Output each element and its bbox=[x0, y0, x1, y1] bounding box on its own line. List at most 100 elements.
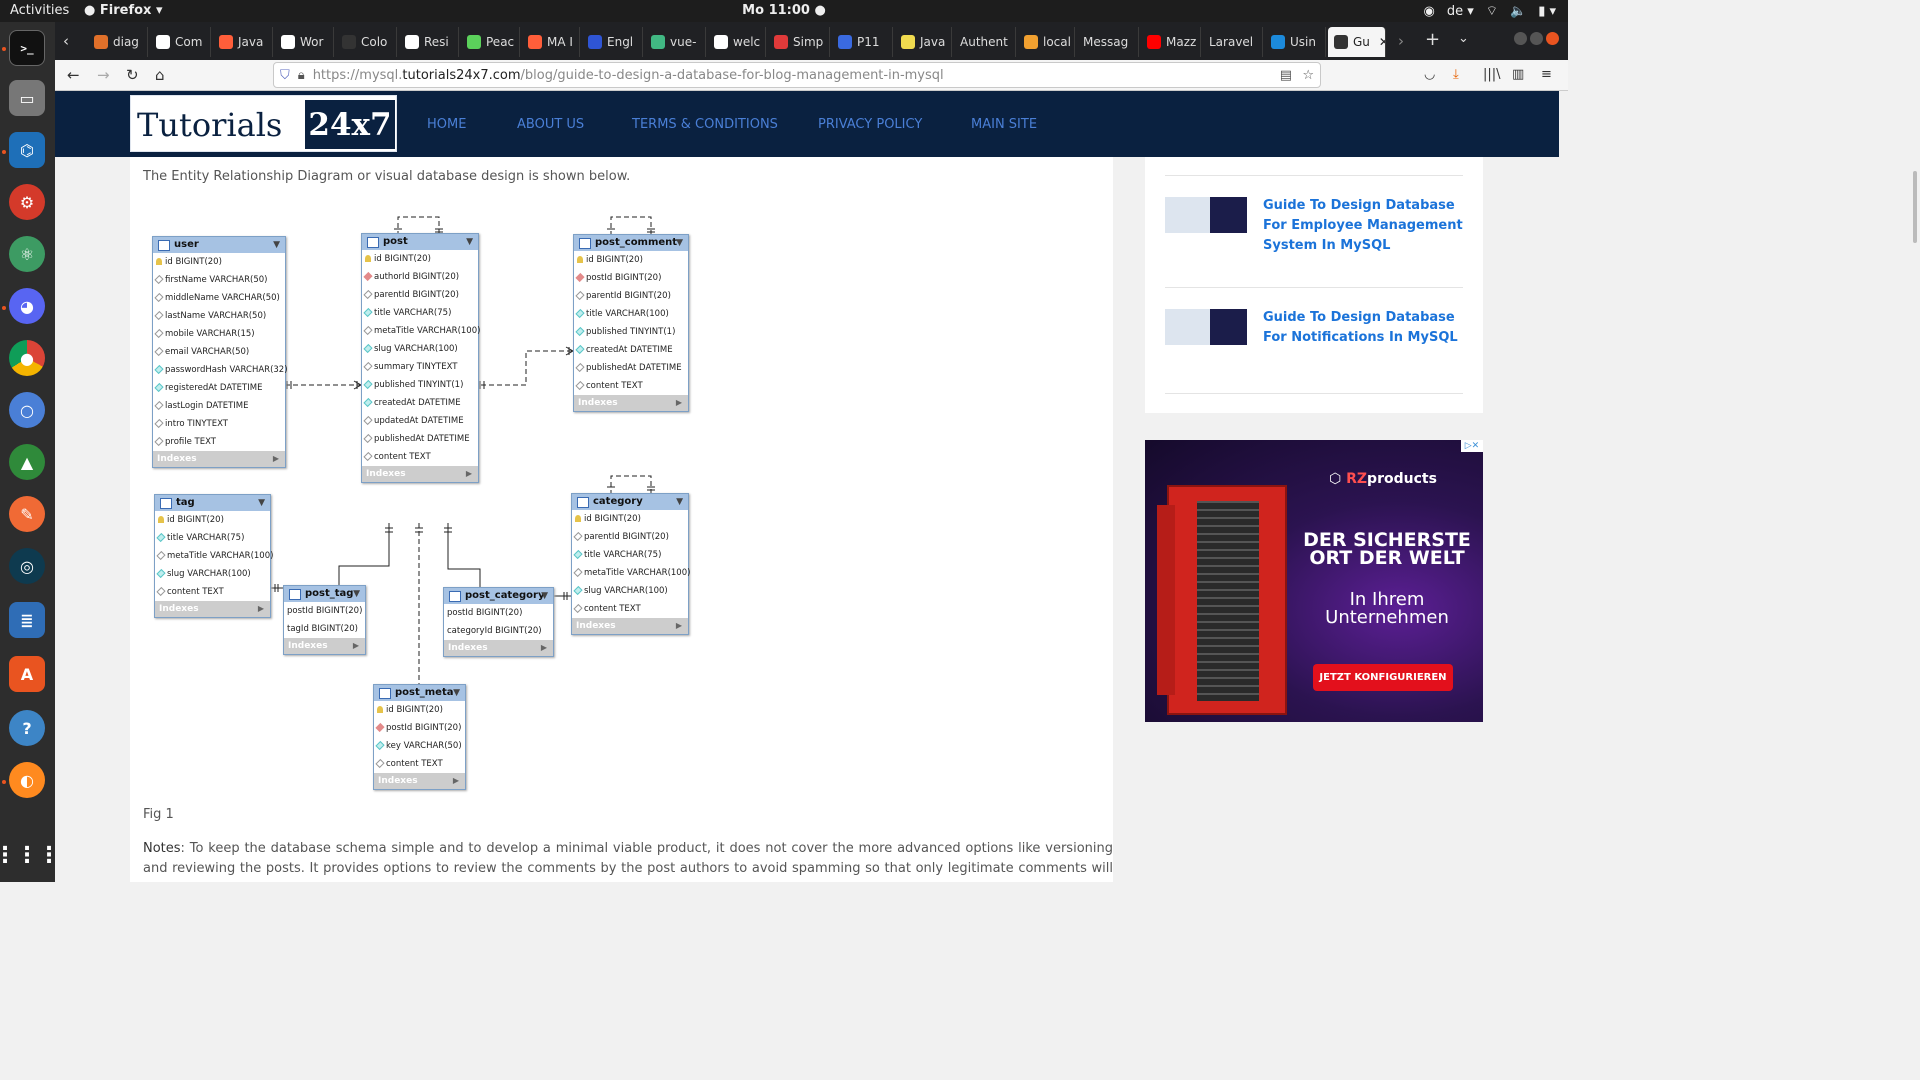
sidebar-toggle-icon[interactable]: ▥ bbox=[1512, 67, 1524, 82]
menu-item-privacy-policy[interactable]: PRIVACY POLICY bbox=[818, 117, 922, 132]
tab-scroll-left-icon[interactable]: ‹ bbox=[63, 32, 69, 50]
er-indexes-label: Indexes bbox=[288, 641, 328, 651]
tracking-shield-icon[interactable]: ⛉ bbox=[280, 68, 290, 83]
files-icon[interactable]: ▭ bbox=[9, 80, 45, 116]
text-editor-icon[interactable]: ≣ bbox=[9, 602, 45, 638]
browser-tab[interactable]: Mazz bbox=[1141, 27, 1201, 57]
browser-tab[interactable]: Com bbox=[150, 27, 211, 57]
maximize-button[interactable] bbox=[1530, 32, 1543, 45]
back-arrow-icon[interactable]: ← bbox=[67, 66, 80, 84]
reload-icon[interactable]: ↻ bbox=[126, 66, 139, 84]
site-logo[interactable]: Tutorials 24x7 bbox=[130, 95, 397, 152]
browser-tab[interactable]: Wor bbox=[275, 27, 334, 57]
tab-scroll-right-icon[interactable]: › bbox=[1398, 32, 1404, 50]
ad-cta-button[interactable]: JETZT KONFIGURIEREN bbox=[1313, 664, 1453, 691]
browser-tab[interactable]: Resi bbox=[399, 27, 459, 57]
er-column-label: parentId BIGINT(20) bbox=[586, 291, 671, 301]
wifi-icon[interactable]: ⌔ bbox=[1486, 3, 1498, 19]
software-store-icon[interactable]: A bbox=[9, 656, 45, 692]
show-apps-grid-icon[interactable]: ⋮⋮⋮ bbox=[0, 837, 60, 873]
forward-arrow-icon[interactable]: → bbox=[97, 66, 110, 84]
bookmark-star-icon[interactable]: ☆ bbox=[1302, 68, 1314, 83]
ad-choices-close-icon[interactable]: ▷✕ bbox=[1461, 440, 1483, 452]
figure-caption: Fig 1 bbox=[143, 807, 174, 822]
chromium-icon[interactable]: ○ bbox=[9, 392, 45, 428]
discord-tray-icon[interactable]: ◉ bbox=[1424, 4, 1435, 19]
lock-icon[interactable]: 🔒︎ bbox=[298, 68, 305, 83]
settings-gear-icon[interactable]: ⚙ bbox=[9, 184, 45, 220]
help-icon[interactable]: ? bbox=[9, 710, 45, 746]
battery-icon[interactable]: ▮ ▾ bbox=[1538, 4, 1556, 19]
er-indexes-label: Indexes bbox=[366, 469, 406, 479]
tab-favicon-icon bbox=[1334, 35, 1348, 49]
downloads-icon[interactable]: ⤓ bbox=[1453, 67, 1459, 82]
browser-tab[interactable]: welc bbox=[708, 27, 766, 57]
minimize-button[interactable] bbox=[1514, 32, 1527, 45]
list-all-tabs-chevron-icon[interactable]: ⌄ bbox=[1458, 31, 1469, 46]
clock[interactable]: Mo 11:00 ● bbox=[0, 3, 1568, 18]
related-post-item[interactable]: Guide To Design Database For Notificatio… bbox=[1165, 287, 1463, 345]
er-indexes-row: Indexes ▶ bbox=[153, 451, 285, 467]
related-post-item[interactable]: Guide To Design Database For Employee Ma… bbox=[1165, 175, 1463, 253]
vscode-icon[interactable]: ⌬ bbox=[9, 132, 45, 168]
er-table-header: tag ▼ bbox=[155, 495, 270, 511]
pocket-icon[interactable]: ◡ bbox=[1424, 67, 1435, 82]
postman-icon[interactable]: ✎ bbox=[9, 496, 45, 532]
nullable-diamond-icon bbox=[363, 433, 373, 444]
menu-item-home[interactable]: HOME bbox=[427, 117, 466, 132]
home-icon[interactable]: ⌂ bbox=[155, 66, 165, 84]
browser-tab[interactable]: Authent bbox=[954, 27, 1016, 57]
browser-tab[interactable]: Colo bbox=[336, 27, 397, 57]
menu-item-about-us[interactable]: ABOUT US bbox=[517, 117, 584, 132]
chrome-icon[interactable]: ● bbox=[9, 340, 45, 376]
browser-tab[interactable]: Peac bbox=[461, 27, 520, 57]
browser-tab[interactable]: local bbox=[1018, 27, 1075, 57]
volume-icon[interactable]: 🔈 bbox=[1510, 4, 1526, 19]
nullable-diamond-icon bbox=[573, 531, 583, 542]
browser-tab[interactable]: Simp bbox=[768, 27, 830, 57]
rocket-icon[interactable]: ▲ bbox=[9, 444, 45, 480]
url-bar[interactable]: ⛉ 🔒︎ https://mysql. tutorials24x7.com/blo… bbox=[273, 62, 1321, 88]
nullable-diamond-icon bbox=[575, 362, 585, 373]
menu-item-terms-conditions[interactable]: TERMS & CONDITIONS bbox=[632, 117, 778, 132]
gitkraken-icon[interactable]: ◎ bbox=[9, 548, 45, 584]
related-post-title[interactable]: Guide To Design Database For Notificatio… bbox=[1263, 308, 1468, 348]
tab-favicon-icon bbox=[405, 35, 419, 49]
hamburger-menu-icon[interactable]: ≡ bbox=[1541, 67, 1552, 82]
library-icon[interactable]: |||\ bbox=[1483, 67, 1501, 82]
related-post-thumbnail[interactable] bbox=[1165, 197, 1247, 233]
browser-tab[interactable]: vue- bbox=[645, 27, 706, 57]
browser-tab[interactable]: P11 bbox=[832, 27, 893, 57]
browser-tab[interactable]: Usin bbox=[1265, 27, 1326, 57]
terminal-icon[interactable]: >_ bbox=[9, 30, 45, 66]
close-tab-icon[interactable]: ✕ bbox=[1379, 35, 1385, 49]
browser-tab[interactable]: Java bbox=[895, 27, 952, 57]
firefox-icon[interactable]: ◐ bbox=[9, 762, 45, 798]
close-window-button[interactable] bbox=[1546, 32, 1559, 45]
related-post-thumbnail[interactable] bbox=[1165, 309, 1247, 345]
scrollbar-thumb[interactable] bbox=[1913, 171, 1917, 243]
reader-view-icon[interactable]: ▤ bbox=[1280, 68, 1292, 83]
new-tab-plus-icon[interactable]: + bbox=[1425, 29, 1440, 50]
er-column: publishedAt DATETIME bbox=[574, 359, 688, 377]
discord-icon[interactable]: ◕ bbox=[9, 288, 45, 324]
atom-icon[interactable]: ⚛ bbox=[9, 236, 45, 272]
er-column: id BIGINT(20) bbox=[374, 701, 465, 719]
er-column-label: title VARCHAR(75) bbox=[584, 550, 662, 560]
page-scrollbar[interactable] bbox=[1911, 91, 1920, 882]
system-tray[interactable]: ◉ de ▾ ⌔ 🔈 ▮ ▾ bbox=[1424, 3, 1557, 20]
advertisement-banner[interactable]: ▷✕ ⬡ RZproducts DER SICHERSTE ORT DER WE… bbox=[1145, 440, 1483, 722]
menu-item-main-site[interactable]: MAIN SITE bbox=[971, 117, 1037, 132]
browser-tab[interactable]: Messag bbox=[1077, 27, 1139, 57]
browser-tab[interactable]: Laravel bbox=[1203, 27, 1263, 57]
browser-tab[interactable]: Engl bbox=[582, 27, 643, 57]
browser-tab[interactable]: diag bbox=[88, 27, 148, 57]
er-column-label: passwordHash VARCHAR(32) bbox=[165, 365, 288, 375]
language-indicator[interactable]: de ▾ bbox=[1447, 4, 1474, 19]
browser-tab[interactable]: Java bbox=[213, 27, 273, 57]
er-column: firstName VARCHAR(50) bbox=[153, 271, 285, 289]
related-post-title[interactable]: Guide To Design Database For Employee Ma… bbox=[1263, 196, 1468, 256]
browser-tab[interactable]: Gu ✕ bbox=[1328, 27, 1386, 57]
sidebar-divider bbox=[1165, 393, 1463, 394]
browser-tab[interactable]: MA I bbox=[522, 27, 580, 57]
